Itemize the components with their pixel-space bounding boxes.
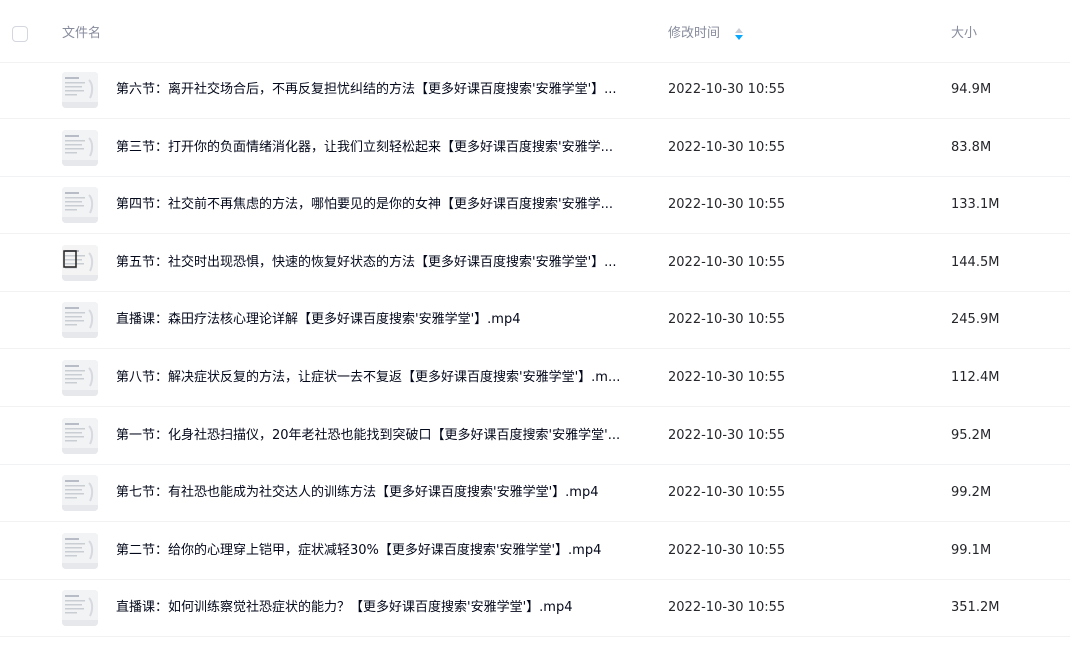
file-name[interactable]: 第七节：有社恐也能成为社交达人的训练方法【更多好课百度搜索'安雅学堂'】.mp4: [116, 484, 640, 502]
file-modified-time: 2022-10-30 10:55: [668, 82, 786, 97]
file-size: 83.8M: [951, 139, 992, 155]
column-header-size[interactable]: 大小: [951, 25, 977, 43]
video-thumbnail-icon: [62, 129, 98, 166]
file-name[interactable]: 第六节：离开社交场合后，不再反复担忧纠结的方法【更多好课百度搜索'安雅学堂'】.…: [116, 81, 640, 99]
file-size: 95.2M: [951, 427, 992, 443]
file-name[interactable]: 第五节：社交时出现恐惧，快速的恢复好状态的方法【更多好课百度搜索'安雅学堂'】.…: [116, 254, 640, 272]
file-modified-time: 2022-10-30 10:55: [668, 254, 786, 270]
video-thumbnail-icon: [62, 590, 98, 627]
file-modified-time: 2022-10-30 10:55: [668, 600, 786, 616]
column-header-name[interactable]: 文件名: [62, 25, 101, 43]
select-all-checkbox[interactable]: [12, 26, 28, 42]
file-row[interactable]: 直播课：森田疗法核心理论详解【更多好课百度搜索'安雅学堂'】.mp4 2022-1…: [0, 292, 1070, 350]
file-modified-time: 2022-10-30 10:55: [668, 370, 786, 385]
file-modified-time: 2022-10-30 10:55: [668, 139, 786, 155]
file-row[interactable]: 直播课：如何训练察觉社恐症状的能力？【更多好课百度搜索'安雅学堂'】.mp4 20…: [0, 580, 1070, 638]
video-thumbnail-icon: [62, 360, 98, 396]
file-size: 99.1M: [951, 542, 992, 558]
file-size: 245.9M: [951, 312, 1000, 328]
file-modified-time: 2022-10-30 10:55: [668, 312, 786, 328]
video-thumbnail-icon: [62, 475, 98, 512]
file-row[interactable]: 第一节：化身社恐扫描仪，20年老社恐也能找到突破口【更多好课百度搜索'安雅学堂'…: [0, 408, 1070, 465]
file-row[interactable]: 第三节：打开你的负面情绪消化器，让我们立刻轻松起来【更多好课百度搜索'安雅学..…: [0, 120, 1070, 177]
video-thumbnail-icon: [62, 244, 98, 281]
video-thumbnail-icon: [62, 417, 98, 454]
video-thumbnail-icon: [62, 187, 98, 224]
file-row[interactable]: 第六节：离开社交场合后，不再反复担忧纠结的方法【更多好课百度搜索'安雅学堂'】.…: [0, 62, 1070, 119]
file-size: 133.1M: [951, 197, 1000, 213]
video-thumbnail-icon: [62, 302, 98, 339]
video-thumbnail-icon: [62, 532, 98, 569]
file-name[interactable]: 第三节：打开你的负面情绪消化器，让我们立刻轻松起来【更多好课百度搜索'安雅学..…: [116, 139, 640, 157]
file-modified-time: 2022-10-30 10:55: [668, 542, 786, 558]
file-size: 94.9M: [951, 82, 992, 97]
column-header-time[interactable]: 修改时间: [668, 25, 720, 43]
video-thumbnail-icon: [62, 72, 98, 108]
file-row[interactable]: 第八节：解决症状反复的方法，让症状一去不复返【更多好课百度搜索'安雅学堂'】.m…: [0, 350, 1070, 407]
file-size: 112.4M: [951, 370, 1000, 385]
file-modified-time: 2022-10-30 10:55: [668, 485, 786, 501]
file-size: 351.2M: [951, 600, 1000, 616]
file-name[interactable]: 直播课：如何训练察觉社恐症状的能力？【更多好课百度搜索'安雅学堂'】.mp4: [116, 599, 640, 617]
file-list: 文件名 修改时间 大小 第六节：离开社交场合后，不再反复担忧纠结的方法【更多好课…: [0, 0, 1070, 659]
file-row[interactable]: 第四节：社交前不再焦虑的方法，哪怕要见的是你的女神【更多好课百度搜索'安雅学..…: [0, 177, 1070, 235]
file-size: 99.2M: [951, 485, 992, 501]
file-name[interactable]: 第八节：解决症状反复的方法，让症状一去不复返【更多好课百度搜索'安雅学堂'】.m…: [116, 369, 640, 387]
file-row[interactable]: 第二节：给你的心理穿上铠甲，症状减轻30%【更多好课百度搜索'安雅学堂'】.mp…: [0, 523, 1070, 580]
file-name[interactable]: 第四节：社交前不再焦虑的方法，哪怕要见的是你的女神【更多好课百度搜索'安雅学..…: [116, 196, 640, 214]
file-size: 144.5M: [951, 254, 1000, 270]
file-name[interactable]: 第二节：给你的心理穿上铠甲，症状减轻30%【更多好课百度搜索'安雅学堂'】.mp…: [116, 542, 640, 560]
sort-icon[interactable]: [734, 27, 744, 41]
file-name[interactable]: 直播课：森田疗法核心理论详解【更多好课百度搜索'安雅学堂'】.mp4: [116, 311, 640, 329]
file-modified-time: 2022-10-30 10:55: [668, 197, 786, 213]
file-name[interactable]: 第一节：化身社恐扫描仪，20年老社恐也能找到突破口【更多好课百度搜索'安雅学堂'…: [116, 427, 640, 445]
file-modified-time: 2022-10-30 10:55: [668, 427, 786, 443]
file-row[interactable]: 第五节：社交时出现恐惧，快速的恢复好状态的方法【更多好课百度搜索'安雅学堂'】.…: [0, 235, 1070, 292]
list-header: 文件名 修改时间 大小: [0, 0, 1070, 63]
file-row[interactable]: 第七节：有社恐也能成为社交达人的训练方法【更多好课百度搜索'安雅学堂'】.mp4…: [0, 465, 1070, 523]
